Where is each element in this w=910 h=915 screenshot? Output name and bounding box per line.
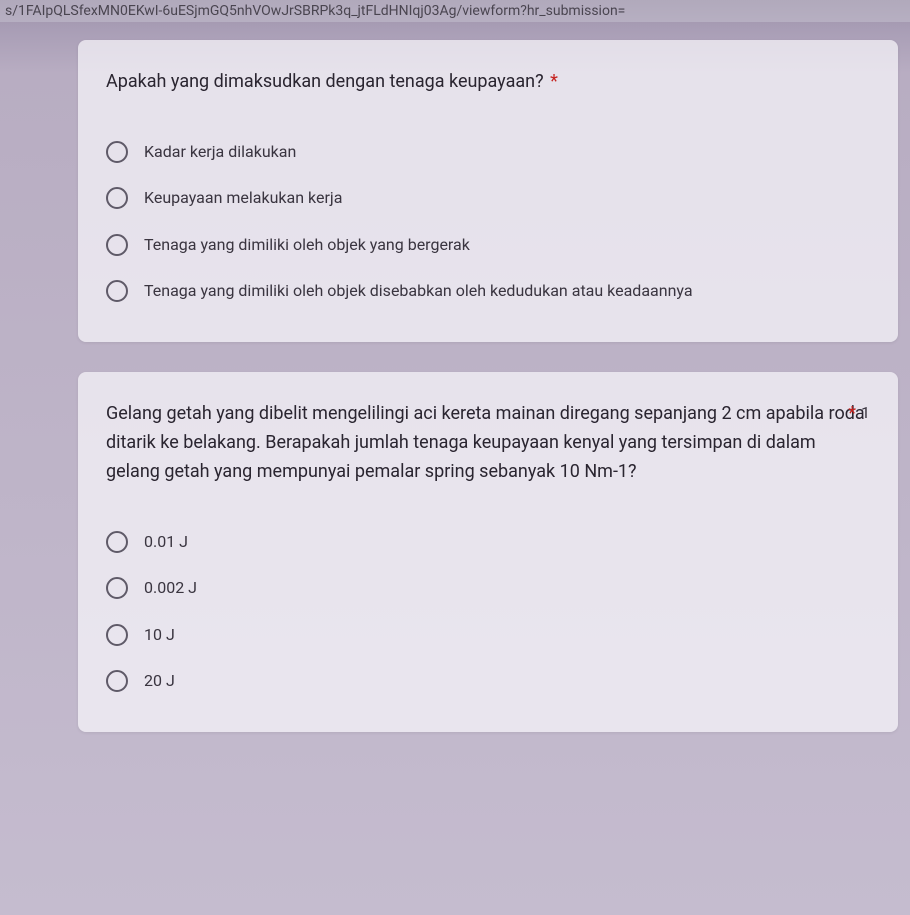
required-star-icon: * (550, 71, 558, 92)
radio-icon[interactable] (106, 141, 128, 163)
question-title: Apakah yang dimaksudkan dengan tenaga ke… (106, 68, 870, 97)
radio-icon[interactable] (106, 187, 128, 209)
question-title: Gelang getah yang dibelit mengelilingi a… (106, 400, 870, 486)
option-row[interactable]: Tenaga yang dimiliki oleh objek disebabk… (106, 268, 870, 314)
option-row[interactable]: Kadar kerja dilakukan (106, 129, 870, 175)
radio-icon[interactable] (106, 624, 128, 646)
question-text: Apakah yang dimaksudkan dengan tenaga ke… (106, 71, 544, 92)
option-label: Kadar kerja dilakukan (144, 141, 296, 163)
option-row[interactable]: Keupayaan melakukan kerja (106, 175, 870, 221)
radio-icon[interactable] (106, 670, 128, 692)
required-star-icon: * (848, 400, 856, 429)
option-row[interactable]: Tenaga yang dimiliki oleh objek yang ber… (106, 222, 870, 268)
option-label: 10 J (144, 624, 175, 646)
url-bar: s/1FAIpQLSfexMN0EKwI-6uESjmGQ5nhVOwJrSBR… (0, 0, 910, 22)
option-label: 0.01 J (144, 531, 188, 553)
question-text: Gelang getah yang dibelit mengelilingi a… (106, 403, 865, 482)
points-indicator: 1 (861, 400, 870, 426)
option-label: Tenaga yang dimiliki oleh objek disebabk… (144, 280, 693, 302)
radio-icon[interactable] (106, 577, 128, 599)
option-label: Keupayaan melakukan kerja (144, 187, 342, 209)
form-container: Apakah yang dimaksudkan dengan tenaga ke… (0, 40, 910, 732)
option-label: 20 J (144, 670, 175, 692)
option-row[interactable]: 0.002 J (106, 565, 870, 611)
radio-icon[interactable] (106, 234, 128, 256)
option-row[interactable]: 20 J (106, 658, 870, 704)
radio-icon[interactable] (106, 531, 128, 553)
option-row[interactable]: 10 J (106, 612, 870, 658)
radio-icon[interactable] (106, 280, 128, 302)
option-label: 0.002 J (144, 577, 197, 599)
option-label: Tenaga yang dimiliki oleh objek yang ber… (144, 234, 470, 256)
question-card-1: Apakah yang dimaksudkan dengan tenaga ke… (78, 40, 898, 342)
question-card-2: Gelang getah yang dibelit mengelilingi a… (78, 372, 898, 732)
option-row[interactable]: 0.01 J (106, 519, 870, 565)
